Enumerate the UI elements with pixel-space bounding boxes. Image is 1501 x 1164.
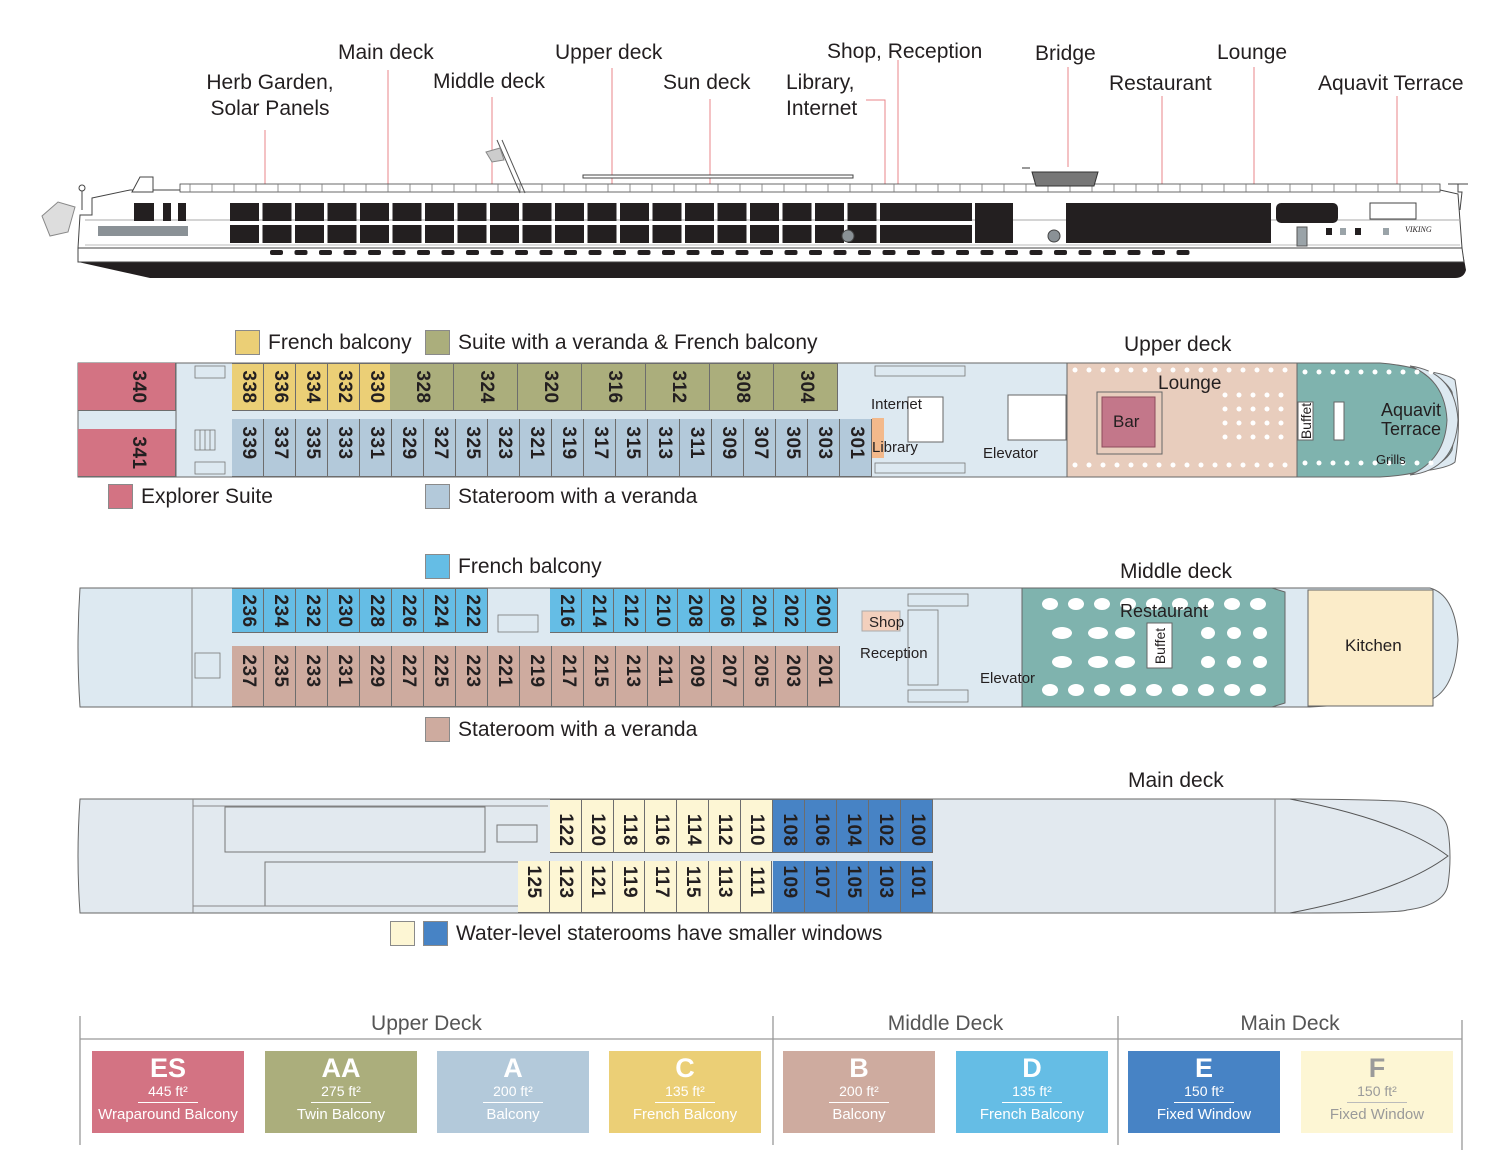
- category-size: 135 ft²: [665, 1083, 705, 1099]
- category-card-b: B 200 ft² Balcony: [783, 1051, 935, 1133]
- category-card-e: E 150 ft² Fixed Window: [1128, 1051, 1280, 1133]
- category-size: 150 ft²: [1357, 1083, 1397, 1099]
- category-rule: [1174, 1102, 1234, 1103]
- category-desc: French Balcony: [979, 1106, 1085, 1123]
- category-code: C: [675, 1053, 695, 1083]
- category-code: ES: [149, 1053, 187, 1083]
- category-rule: [138, 1102, 198, 1103]
- category-desc: Wraparound Balcony: [98, 1106, 238, 1123]
- category-code: B: [849, 1053, 869, 1083]
- category-desc: Fixed Window: [1329, 1106, 1425, 1123]
- category-size: 200 ft²: [493, 1083, 533, 1099]
- group-title-main: Main Deck: [1240, 1012, 1340, 1035]
- category-code: A: [503, 1053, 523, 1083]
- category-desc: Balcony: [486, 1106, 540, 1123]
- category-desc: Balcony: [832, 1106, 886, 1123]
- category-code: AA: [321, 1053, 361, 1083]
- category-rule: [1002, 1102, 1062, 1103]
- category-desc: Twin Balcony: [296, 1106, 386, 1123]
- category-code: D: [1022, 1053, 1042, 1083]
- category-size: 200 ft²: [839, 1083, 879, 1099]
- category-frame: [79, 1016, 1463, 1150]
- category-size: 150 ft²: [1184, 1083, 1224, 1099]
- category-rule: [483, 1102, 543, 1103]
- category-rule: [829, 1102, 889, 1103]
- category-rule: [655, 1102, 715, 1103]
- category-card-es: ES 445 ft² Wraparound Balcony: [92, 1051, 244, 1133]
- category-desc: Fixed Window: [1156, 1106, 1252, 1123]
- category-size: 135 ft²: [1012, 1083, 1052, 1099]
- category-rule: [1347, 1102, 1407, 1103]
- category-card-f: F 150 ft² Fixed Window: [1301, 1051, 1453, 1133]
- category-code: E: [1194, 1053, 1213, 1083]
- category-card-aa: AA 275 ft² Twin Balcony: [265, 1051, 417, 1133]
- category-code: F: [1368, 1053, 1386, 1083]
- category-card-a: A 200 ft² Balcony: [437, 1051, 589, 1133]
- category-size: 275 ft²: [321, 1083, 361, 1099]
- category-size: 445 ft²: [148, 1083, 188, 1099]
- category-rule: [311, 1102, 371, 1103]
- category-desc: French Balcony: [632, 1106, 738, 1123]
- group-title-upper: Upper Deck: [371, 1012, 482, 1035]
- group-title-middle: Middle Deck: [887, 1012, 1004, 1035]
- category-card-d: D 135 ft² French Balcony: [956, 1051, 1108, 1133]
- category-card-c: C 135 ft² French Balcony: [609, 1051, 761, 1133]
